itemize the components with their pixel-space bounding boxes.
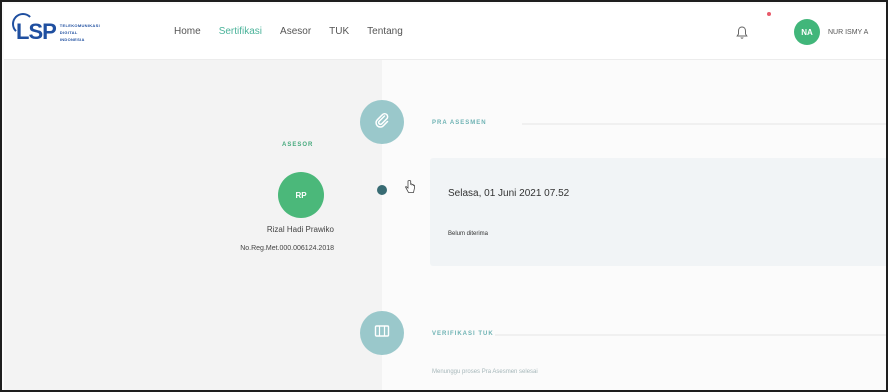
timeline-dot [377,185,387,195]
asesor-avatar: RP [278,172,324,218]
asesor-registration: No.Reg.Met.000.006124.2018 [240,245,334,252]
building-icon [374,324,390,343]
nav-asesor[interactable]: Asesor [280,26,311,37]
nav-sertifikasi[interactable]: Sertifikasi [219,26,262,37]
step-verifikasi-tuk-marker [360,311,404,355]
card-date: Selasa, 01 Juni 2021 07.52 [448,188,570,199]
app-window: LSP TELEKOMUNIKASI DIGITAL INDONESIA Hom… [0,0,888,392]
logo-swoosh [12,13,34,35]
pra-asesmen-card[interactable]: Selasa, 01 Juni 2021 07.52 Belum diterim… [430,158,886,266]
logo-sub-line: DIGITAL [59,29,78,35]
hand-cursor-icon [404,180,416,194]
asesor-panel: ASESOR RP Rizal Hadi Prawiko No.Reg.Met.… [4,60,382,390]
logo-subtitle: TELEKOMUNIKASI DIGITAL INDONESIA [60,23,100,42]
card-status: Belum diterima [448,231,489,237]
step-pra-asesmen-marker [360,100,404,144]
notification-dot [767,12,771,16]
waiting-message: Menunggu proses Pra Asesmen selesai [432,369,538,375]
step-verifikasi-tuk-label: VERIFIKASI TUK [432,331,494,337]
logo-mark: LSP [12,13,57,45]
user-name[interactable]: NUR ISMY A [828,29,868,36]
nav-tentang[interactable]: Tentang [367,26,403,37]
logo-sub-line: TELEKOMUNIKASI [59,22,100,28]
lsp-logo[interactable]: LSP TELEKOMUNIKASI DIGITAL INDONESIA [12,13,146,48]
main-nav: Home Sertifikasi Asesor TUK Tentang [174,26,421,37]
asesor-name: Rizal Hadi Prawiko [266,225,334,234]
user-avatar[interactable]: NA [794,19,820,45]
bell-icon[interactable] [736,26,748,40]
user-menu[interactable]: NA NUR ISMY A [794,19,868,45]
step-divider [522,123,886,125]
logo-sub-line: INDONESIA [59,36,85,42]
step-divider [495,334,886,336]
asesor-heading: ASESOR [282,142,314,148]
nav-tuk[interactable]: TUK [329,26,349,37]
paperclip-icon [374,112,390,133]
nav-home[interactable]: Home [174,26,201,37]
step-pra-asesmen-label: PRA ASESMEN [432,120,487,126]
top-navbar: LSP TELEKOMUNIKASI DIGITAL INDONESIA Hom… [4,4,886,60]
